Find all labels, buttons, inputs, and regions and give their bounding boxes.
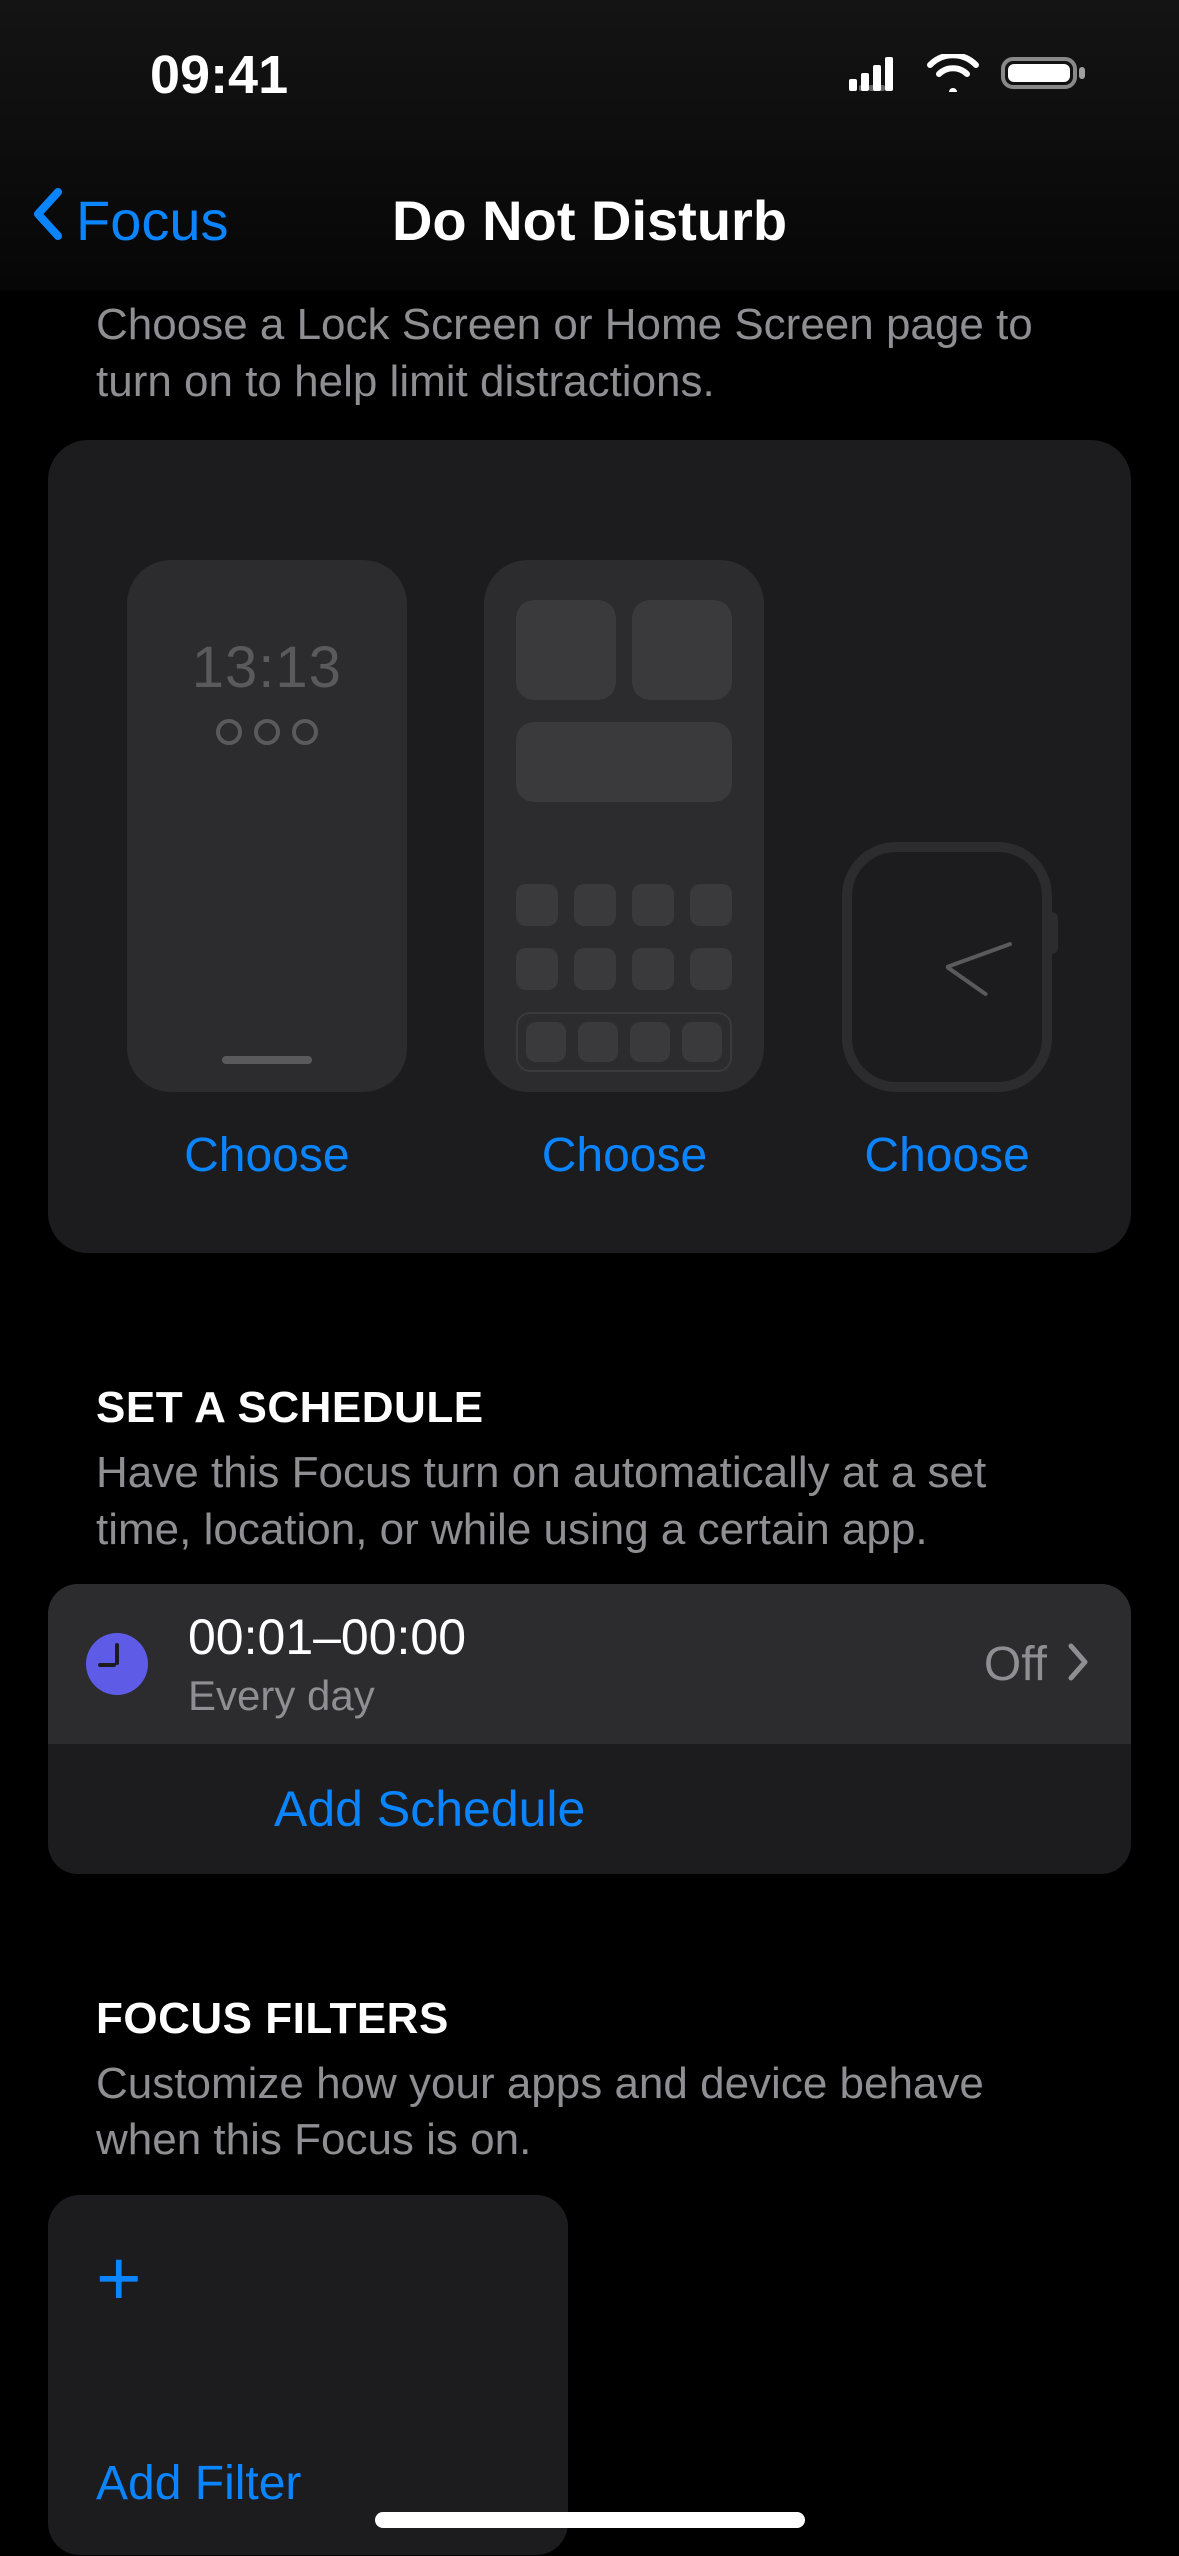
schedule-item[interactable]: 00:01–00:00 Every day Off: [48, 1584, 1131, 1744]
customize-screens-card: 13:13 Choose Choose: [48, 440, 1131, 1253]
battery-icon: [1001, 53, 1089, 98]
chevron-right-icon: [1067, 1642, 1091, 1687]
back-button[interactable]: Focus: [30, 186, 229, 255]
filters-subtext: Customize how your apps and device behav…: [0, 2056, 1179, 2169]
schedule-status: Off: [984, 1637, 1047, 1692]
watch-face-column: Choose: [842, 842, 1052, 1183]
wifi-icon: [927, 54, 979, 97]
home-screen-preview[interactable]: [484, 560, 764, 1092]
home-indicator[interactable]: [375, 2512, 805, 2528]
lock-screen-widgets-icon: [216, 719, 318, 745]
cellular-signal-icon: [849, 55, 905, 96]
add-filter-label: Add Filter: [96, 2456, 520, 2511]
watch-face-preview[interactable]: [842, 842, 1052, 1092]
choose-watch-face-link[interactable]: Choose: [864, 1128, 1029, 1183]
status-time: 09:41: [150, 44, 288, 106]
choose-home-screen-link[interactable]: Choose: [542, 1128, 707, 1183]
schedule-header: SET A SCHEDULE: [0, 1383, 1179, 1433]
nav-bar: Focus Do Not Disturb: [0, 150, 1179, 290]
lock-screen-home-bar-icon: [222, 1056, 312, 1064]
schedule-list: 00:01–00:00 Every day Off Add Schedule: [48, 1584, 1131, 1874]
chevron-left-icon: [30, 186, 66, 255]
status-icons: [849, 53, 1089, 98]
choose-lock-screen-link[interactable]: Choose: [184, 1128, 349, 1183]
clock-icon: [86, 1633, 148, 1695]
schedule-repeat: Every day: [188, 1672, 984, 1720]
status-bar: 09:41: [0, 0, 1179, 150]
customize-intro-text: Choose a Lock Screen or Home Screen page…: [0, 296, 1179, 410]
back-label: Focus: [76, 188, 229, 253]
filters-header: FOCUS FILTERS: [0, 1994, 1179, 2044]
lock-screen-time: 13:13: [192, 634, 342, 701]
add-schedule-row[interactable]: Add Schedule: [48, 1744, 1131, 1874]
schedule-time-range: 00:01–00:00: [188, 1608, 984, 1666]
home-screen-column: Choose: [484, 560, 764, 1183]
add-filter-card[interactable]: + Add Filter: [48, 2195, 568, 2555]
content-scroll[interactable]: Choose a Lock Screen or Home Screen page…: [0, 290, 1179, 2556]
add-schedule-label: Add Schedule: [78, 1780, 585, 1838]
plus-icon: +: [96, 2239, 520, 2317]
lock-screen-preview[interactable]: 13:13: [127, 560, 407, 1092]
home-dock-icon: [516, 1012, 732, 1072]
lock-screen-column: 13:13 Choose: [127, 560, 407, 1183]
page-title: Do Not Disturb: [392, 188, 787, 253]
schedule-subtext: Have this Focus turn on automatically at…: [0, 1445, 1179, 1558]
